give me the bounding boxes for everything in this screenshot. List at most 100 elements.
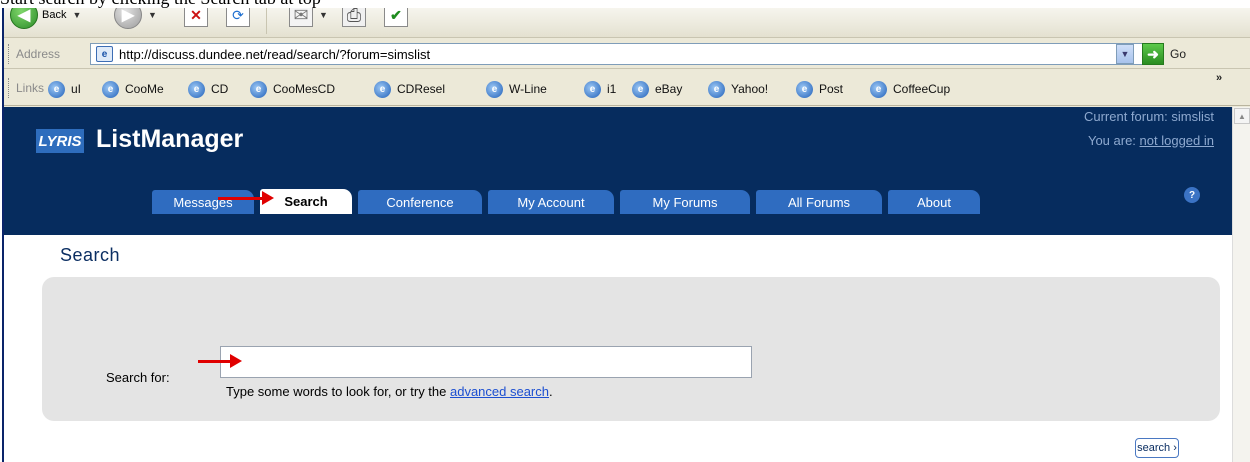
arrow-head — [230, 354, 242, 368]
ie-icon: e — [188, 80, 205, 98]
search-label: Search for: — [106, 370, 170, 385]
print-icon: ⎙ — [342, 8, 366, 27]
arrow-shaft — [198, 360, 232, 363]
link-label: uI — [71, 82, 82, 96]
link-item[interactable]: e Post — [796, 78, 843, 100]
ie-icon: e — [796, 80, 813, 98]
links-overflow-icon[interactable]: » — [1216, 72, 1222, 84]
links-label: Links — [16, 81, 45, 95]
link-item[interactable]: e CDResel — [374, 78, 445, 100]
forward-icon: ▶ — [114, 8, 142, 29]
page-content: LYRIS ListManager Current forum: simslis… — [4, 107, 1232, 462]
chevron-down-icon: ▼ — [72, 10, 82, 20]
back-label: Back — [42, 9, 67, 21]
annotation-arrow-tab — [218, 191, 274, 205]
ie-icon: e — [632, 80, 649, 98]
ie-icon: e — [708, 80, 725, 98]
annotation-arrow-input — [198, 354, 242, 368]
link-label: W-Line — [509, 82, 547, 96]
back-icon: ◀ — [10, 8, 38, 29]
link-label: Post — [819, 82, 844, 96]
toolbar-grip — [8, 44, 11, 64]
chevron-down-icon: ▼ — [319, 10, 328, 20]
ie-icon: e — [48, 80, 65, 98]
browser-window: ◀ Back ▼ ▶ ▼ ✕ ⟳ ✉ ▼ ⎙ ✔ Address e http:… — [2, 8, 1250, 462]
link-label: CooMe — [125, 82, 164, 96]
login-prefix: You are: — [1087, 133, 1136, 148]
ie-icon: e — [250, 80, 267, 98]
ie-page-icon: e — [96, 46, 113, 62]
link-label: CoffeeCup — [893, 82, 951, 96]
toolbar-separator — [266, 8, 267, 34]
lyris-header: LYRIS ListManager Current forum: simslis… — [4, 107, 1232, 235]
go-label[interactable]: Go — [1170, 47, 1186, 61]
login-status: You are: not logged in — [1088, 133, 1214, 148]
product-name: ListManager — [96, 125, 244, 153]
ie-icon: e — [584, 80, 601, 98]
browser-toolbar: ◀ Back ▼ ▶ ▼ ✕ ⟳ ✉ ▼ ⎙ ✔ — [4, 8, 1250, 38]
link-item[interactable]: e CooMesCD — [250, 78, 335, 100]
link-item[interactable]: e Yahoo! — [708, 78, 768, 100]
refresh-button[interactable]: ⟳ — [226, 8, 250, 32]
ie-icon: e — [102, 80, 119, 98]
forward-button[interactable]: ▶ ▼ — [114, 8, 157, 32]
scroll-up-icon[interactable]: ▲ — [1234, 108, 1250, 124]
back-button[interactable]: ◀ Back ▼ — [10, 8, 81, 32]
tab-my-account[interactable]: My Account — [488, 190, 614, 214]
help-prefix: Type some words to look for, or try the — [226, 384, 450, 399]
link-label: CooMesCD — [273, 82, 336, 96]
search-input[interactable] — [220, 346, 752, 378]
vertical-scrollbar[interactable]: ▲ — [1232, 107, 1250, 462]
link-label: CD — [211, 82, 229, 96]
caption-strip: Start search by clicking the Search tab … — [0, 0, 1250, 8]
address-label: Address — [16, 47, 61, 61]
tab-bar: Messages Search Conference My Account My… — [4, 189, 1232, 214]
link-label: CDResel — [397, 82, 446, 96]
tab-my-forums[interactable]: My Forums — [620, 190, 750, 214]
link-item[interactable]: e CoffeeCup — [870, 78, 950, 100]
search-panel: Search for: Type some words to look for,… — [42, 277, 1220, 421]
tab-about[interactable]: About — [888, 190, 980, 214]
lyris-logo: LYRIS — [36, 129, 84, 153]
search-button[interactable]: search › — [1135, 438, 1179, 458]
arrow-head — [262, 191, 274, 205]
mail-icon: ✉ — [289, 8, 313, 27]
link-label: eBay — [655, 82, 683, 96]
arrow-shaft — [218, 197, 264, 200]
tab-conference[interactable]: Conference — [358, 190, 482, 214]
mail-button[interactable]: ✉ ▼ — [289, 8, 328, 32]
ie-icon: e — [374, 80, 391, 98]
link-item[interactable]: e CD — [188, 78, 228, 100]
address-bar: Address e http://discuss.dundee.net/read… — [4, 39, 1250, 69]
toolbar-grip — [8, 78, 11, 98]
stop-button[interactable]: ✕ — [184, 8, 208, 32]
address-url: http://discuss.dundee.net/read/search/?f… — [119, 47, 431, 62]
link-item[interactable]: e uI — [48, 78, 81, 100]
link-item[interactable]: e i1 — [584, 78, 616, 100]
stop-icon: ✕ — [184, 8, 208, 27]
link-item[interactable]: e CooMe — [102, 78, 164, 100]
caption-text: Start search by clicking the Search tab … — [0, 0, 321, 8]
print-button[interactable]: ⎙ — [342, 8, 366, 32]
current-forum: Current forum: simslist — [1083, 109, 1214, 124]
link-label: Yahoo! — [731, 82, 769, 96]
edit-button[interactable]: ✔ — [384, 8, 408, 32]
ie-icon: e — [870, 80, 887, 98]
go-arrow-icon: ➜ — [1147, 45, 1159, 62]
chevron-down-icon: ▼ — [148, 10, 157, 20]
tab-all-forums[interactable]: All Forums — [756, 190, 882, 214]
login-link[interactable]: not logged in — [1140, 133, 1214, 148]
edit-icon: ✔ — [384, 8, 408, 27]
links-bar: Links e uI e CooMe e CD e CooMesCD e CDR… — [4, 70, 1250, 106]
link-item[interactable]: e W-Line — [486, 78, 547, 100]
address-dropdown-button[interactable]: ▼ — [1116, 44, 1134, 64]
help-suffix: . — [549, 384, 553, 399]
go-button[interactable]: ➜ — [1142, 43, 1164, 65]
address-input[interactable]: e http://discuss.dundee.net/read/search/… — [90, 43, 1144, 65]
page-title: Search — [60, 245, 121, 265]
refresh-icon: ⟳ — [226, 8, 250, 27]
link-item[interactable]: e eBay — [632, 78, 682, 100]
link-label: i1 — [607, 82, 617, 96]
chevron-down-icon: ▼ — [1120, 49, 1130, 59]
advanced-search-link[interactable]: advanced search — [450, 384, 549, 399]
